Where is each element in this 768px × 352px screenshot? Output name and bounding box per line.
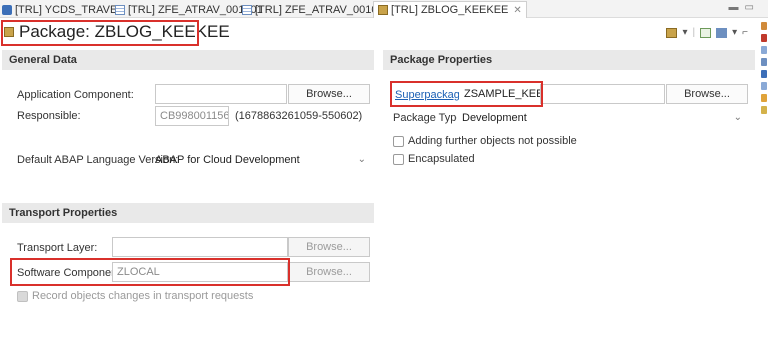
toolbar-icon[interactable] (761, 106, 767, 114)
toolbar-icon[interactable] (761, 58, 767, 66)
checkbox-icon (393, 135, 404, 147)
minimize-icon[interactable]: ▬ (729, 2, 739, 13)
abap-language-version-value: ABAP for Cloud Development (155, 154, 300, 166)
chevron-down-icon: ⌄ (733, 112, 742, 123)
header-toolbar: ▾ | ▾ ⌐ (666, 27, 748, 38)
tab-label: [TRL] ZFE_ATRAV_00107B (255, 4, 391, 16)
toolbar-icon[interactable] (761, 46, 767, 54)
encapsulated-checkbox[interactable]: Encapsulated (393, 153, 475, 165)
encapsulated-label: Encapsulated (408, 153, 475, 165)
package-type-value: Development (462, 112, 527, 124)
highlight-box-software-component (10, 258, 290, 286)
close-icon[interactable]: ✕ (513, 5, 521, 16)
general-data-header: General Data (2, 50, 374, 70)
more-icon[interactable]: ⌐ (742, 27, 748, 38)
tab-label: [TRL] ZBLOG_KEEKEE (391, 4, 509, 16)
application-component-label: Application Component: (17, 89, 134, 101)
tab-ycds-travel[interactable]: [TRL] YCDS_TRAVEL (2, 2, 123, 18)
package-icon (378, 5, 388, 15)
transport-layer-browse-button[interactable]: Browse... (288, 237, 370, 257)
adding-objects-label: Adding further objects not possible (408, 135, 577, 147)
checkbox-icon (17, 290, 28, 302)
toolbar-icon[interactable] (761, 94, 767, 102)
cds-view-icon (2, 5, 12, 15)
highlight-box-title (1, 20, 199, 46)
responsible-detail: (1678863261059-550602) (235, 110, 363, 122)
window-controls: ▬ ▭ (729, 2, 754, 13)
toolbar-icon[interactable] (761, 82, 767, 90)
export-icon[interactable] (716, 27, 728, 38)
editor-tab-bar: [TRL] YCDS_TRAVEL [TRL] ZFE_ATRAV_001001… (0, 0, 768, 18)
tab-zfe-atrav-00107b[interactable]: [TRL] ZFE_ATRAV_00107B (242, 2, 391, 18)
package-type-select[interactable]: Development ⌄ (457, 108, 749, 128)
chevron-down-icon[interactable]: ▾ (732, 27, 737, 38)
responsible-label: Responsible: (17, 110, 81, 122)
transport-properties-header: Transport Properties (2, 203, 374, 223)
highlight-box-superpackage (390, 81, 543, 107)
package-menu-icon[interactable] (666, 27, 678, 38)
maximize-icon[interactable]: ▭ (745, 2, 754, 13)
application-component-browse-button[interactable]: Browse... (288, 84, 370, 104)
record-changes-checkbox[interactable]: Record objects changes in transport requ… (17, 290, 253, 302)
adding-objects-checkbox[interactable]: Adding further objects not possible (393, 135, 577, 147)
tab-zblog-keekee[interactable]: [TRL] ZBLOG_KEEKEE ✕ (373, 1, 527, 18)
transport-layer-label: Transport Layer: (17, 242, 98, 254)
document-icon[interactable] (700, 27, 712, 38)
superpackage-input-frame (540, 84, 665, 104)
software-component-browse-button[interactable]: Browse... (288, 262, 370, 282)
tab-label: [TRL] YCDS_TRAVEL (15, 4, 124, 16)
table-icon (242, 5, 252, 15)
tab-zfe-atrav-001001[interactable]: [TRL] ZFE_ATRAV_001001 (115, 2, 263, 18)
transport-layer-input[interactable] (112, 237, 288, 257)
abap-language-version-select[interactable]: ABAP for Cloud Development ⌄ (155, 150, 370, 170)
application-component-input[interactable] (155, 84, 287, 104)
responsible-input[interactable]: CB9980011561 (155, 106, 229, 126)
toolbar-icon[interactable] (761, 22, 767, 30)
toolbar-icon[interactable] (761, 70, 767, 78)
package-type-label: Package Type: (393, 112, 466, 124)
toolbar-icon[interactable] (761, 34, 767, 42)
chevron-down-icon: ⌄ (357, 154, 366, 165)
checkbox-icon (393, 153, 404, 165)
record-changes-label: Record objects changes in transport requ… (32, 290, 254, 302)
package-properties-header: Package Properties (383, 50, 755, 70)
chevron-down-icon[interactable]: ▾ (682, 27, 687, 38)
side-toolbar (759, 18, 768, 198)
superpackage-browse-button[interactable]: Browse... (666, 84, 748, 104)
table-icon (115, 5, 125, 15)
toolbar-separator: | (692, 27, 696, 38)
